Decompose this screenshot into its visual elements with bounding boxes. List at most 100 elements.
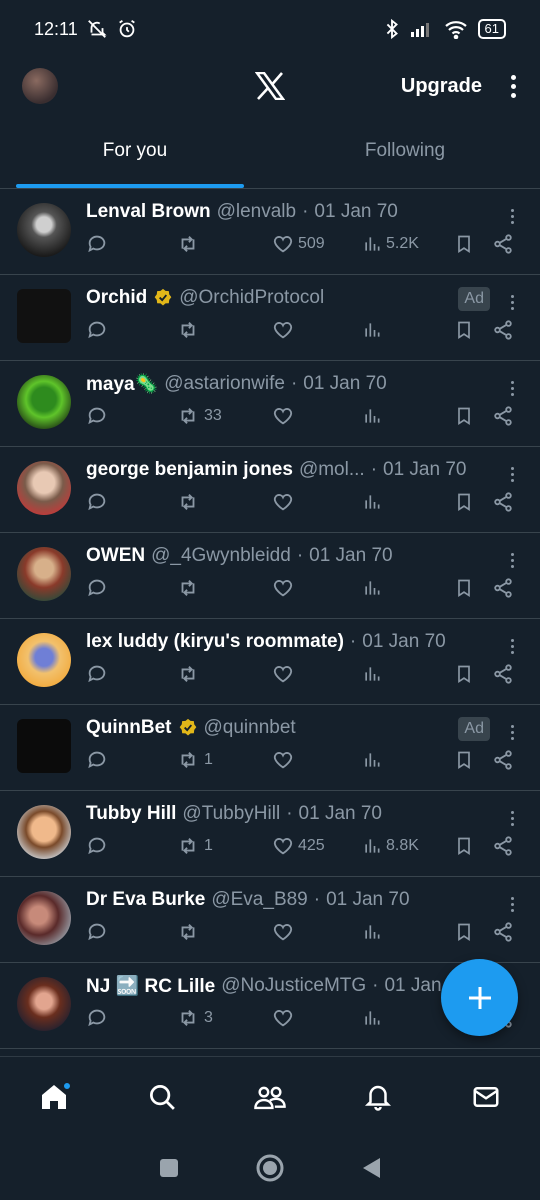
like-button[interactable] [272, 573, 298, 603]
views-button[interactable] [362, 745, 386, 775]
views-button[interactable] [362, 659, 386, 689]
reply-button[interactable] [86, 229, 108, 259]
post-row[interactable]: george benjamin jones @mol... · 01 Jan 70 [0, 447, 540, 533]
author-avatar[interactable] [17, 461, 71, 515]
reply-button[interactable] [86, 487, 108, 517]
author-avatar[interactable] [17, 719, 71, 773]
post-row[interactable]: maya🦠 @astarionwife · 01 Jan 70 33 [0, 361, 540, 447]
author-handle[interactable]: @lenvalb [217, 201, 297, 223]
author-avatar[interactable] [17, 805, 71, 859]
reply-button[interactable] [86, 1003, 108, 1033]
like-button[interactable] [272, 315, 298, 345]
author-handle[interactable]: @quinnbet [204, 717, 296, 739]
share-button[interactable] [492, 229, 514, 259]
repost-button[interactable] [176, 917, 204, 947]
reply-button[interactable] [86, 573, 108, 603]
post-row[interactable]: OWEN @_4Gwynbleidd · 01 Jan 70 [0, 533, 540, 619]
views-button[interactable] [362, 315, 386, 345]
post-row[interactable]: QuinnBet @quinnbet Ad 1 [0, 705, 540, 791]
compose-post-button[interactable] [441, 959, 518, 1036]
reply-button[interactable] [86, 745, 108, 775]
author-handle[interactable]: @astarionwife [164, 373, 285, 395]
repost-button[interactable] [176, 573, 204, 603]
author-handle[interactable]: @mol... [299, 459, 365, 481]
like-button[interactable] [272, 401, 298, 431]
bookmark-button[interactable] [454, 745, 474, 775]
views-button[interactable] [362, 487, 386, 517]
bookmark-button[interactable] [454, 573, 474, 603]
views-button[interactable]: 8.8K [362, 831, 419, 861]
profile-avatar[interactable] [22, 68, 58, 104]
author-avatar[interactable] [17, 633, 71, 687]
post-menu-icon[interactable] [511, 639, 514, 654]
recents-icon[interactable] [158, 1157, 180, 1179]
post-menu-icon[interactable] [511, 295, 514, 310]
share-button[interactable] [492, 315, 514, 345]
author-name[interactable]: NJ 🔜 RC Lille [86, 974, 215, 998]
more-options-icon[interactable] [508, 74, 518, 98]
repost-button[interactable] [176, 229, 204, 259]
views-button[interactable] [362, 1003, 386, 1033]
author-avatar[interactable] [17, 891, 71, 945]
author-handle[interactable]: @Eva_B89 [211, 889, 307, 911]
post-menu-icon[interactable] [511, 467, 514, 482]
post-row[interactable]: Orchid @OrchidProtocol Ad [0, 275, 540, 361]
author-handle[interactable]: @NoJusticeMTG [221, 975, 366, 997]
author-name[interactable]: OWEN [86, 545, 145, 567]
views-button[interactable] [362, 401, 386, 431]
post-menu-icon[interactable] [511, 209, 514, 224]
author-avatar[interactable] [17, 203, 71, 257]
author-name[interactable]: Tubby Hill [86, 803, 176, 825]
post-menu-icon[interactable] [511, 553, 514, 568]
share-button[interactable] [492, 659, 514, 689]
like-button[interactable] [272, 745, 298, 775]
nav-communities[interactable] [240, 1067, 300, 1127]
reply-button[interactable] [86, 659, 108, 689]
tab-following[interactable]: Following [270, 114, 540, 188]
like-button[interactable] [272, 917, 298, 947]
author-name[interactable]: Orchid [86, 287, 147, 309]
back-icon[interactable] [360, 1156, 382, 1180]
like-button[interactable] [272, 659, 298, 689]
bookmark-button[interactable] [454, 315, 474, 345]
author-name[interactable]: Dr Eva Burke [86, 889, 205, 911]
share-button[interactable] [492, 917, 514, 947]
author-name[interactable]: lex luddy (kiryu's roommate) [86, 631, 344, 653]
author-name[interactable]: maya🦠 [86, 372, 158, 396]
post-row[interactable]: Dr Eva Burke @Eva_B89 · 01 Jan 70 [0, 877, 540, 963]
author-handle[interactable]: @_4Gwynbleidd [151, 545, 291, 567]
bookmark-button[interactable] [454, 229, 474, 259]
share-button[interactable] [492, 831, 514, 861]
reply-button[interactable] [86, 831, 108, 861]
author-handle[interactable]: @TubbyHill [182, 803, 280, 825]
views-button[interactable]: 5.2K [362, 229, 419, 259]
post-menu-icon[interactable] [511, 381, 514, 396]
author-avatar[interactable] [17, 977, 71, 1031]
author-avatar[interactable] [17, 289, 71, 343]
home-circle-icon[interactable] [255, 1153, 285, 1183]
repost-button[interactable]: 1 [176, 831, 213, 861]
post-menu-icon[interactable] [511, 897, 514, 912]
bookmark-button[interactable] [454, 917, 474, 947]
share-button[interactable] [492, 573, 514, 603]
share-button[interactable] [492, 487, 514, 517]
reply-button[interactable] [86, 401, 108, 431]
author-name[interactable]: Lenval Brown [86, 201, 211, 223]
bookmark-button[interactable] [454, 401, 474, 431]
repost-button[interactable] [176, 315, 204, 345]
repost-button[interactable]: 33 [176, 401, 222, 431]
reply-button[interactable] [86, 917, 108, 947]
share-button[interactable] [492, 745, 514, 775]
bookmark-button[interactable] [454, 831, 474, 861]
author-name[interactable]: QuinnBet [86, 717, 172, 739]
post-menu-icon[interactable] [511, 725, 514, 740]
like-button[interactable] [272, 1003, 298, 1033]
post-row[interactable]: lex luddy (kiryu's roommate) · 01 Jan 70 [0, 619, 540, 705]
post-row[interactable]: Tubby Hill @TubbyHill · 01 Jan 70 1 425 8.8K [0, 791, 540, 877]
like-button[interactable] [272, 487, 298, 517]
author-name[interactable]: george benjamin jones [86, 459, 293, 481]
upgrade-button[interactable]: Upgrade [401, 75, 482, 98]
repost-button[interactable]: 3 [176, 1003, 213, 1033]
views-button[interactable] [362, 573, 386, 603]
views-button[interactable] [362, 917, 386, 947]
